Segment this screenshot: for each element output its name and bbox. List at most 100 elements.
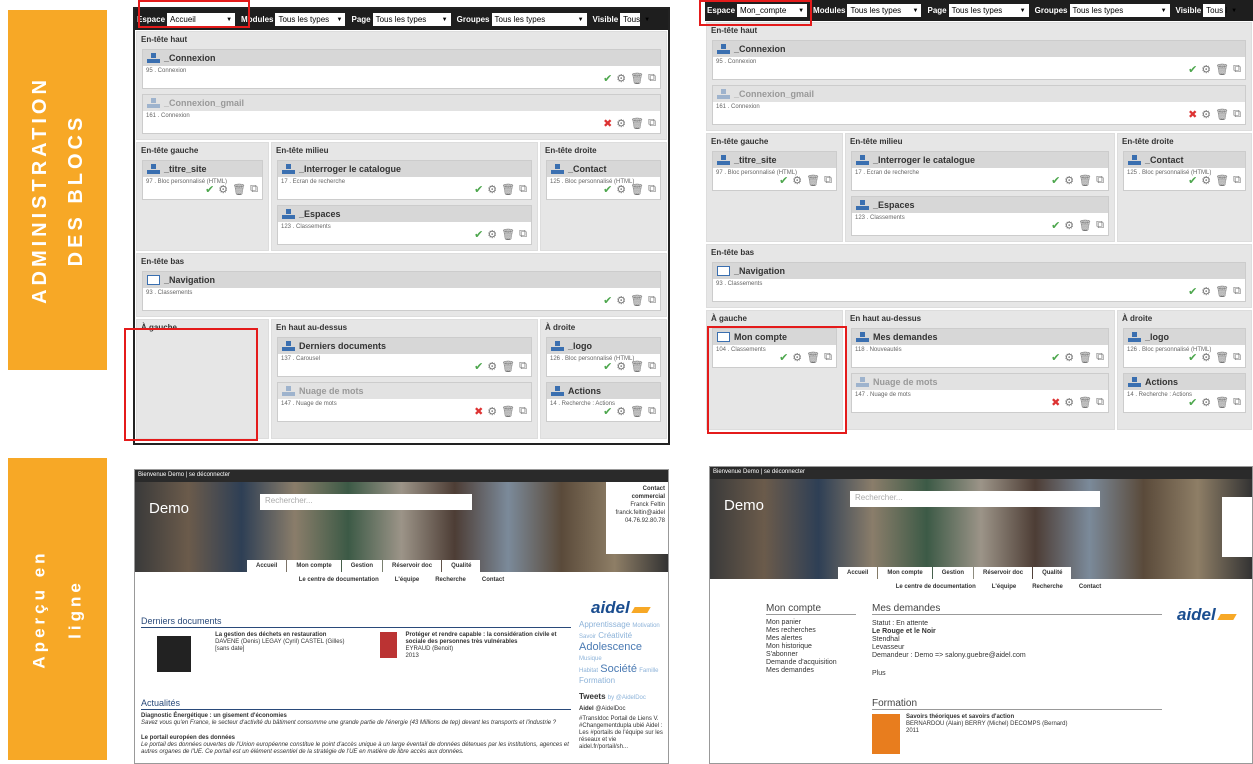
gear-icon[interactable]: ⚙ (616, 117, 626, 130)
trash-icon[interactable]: 🗑 (806, 174, 820, 187)
block-espaces[interactable]: _Espaces 123 . Classements ✔ ⚙ 🗑 ⧉ (277, 205, 532, 245)
groupes-select[interactable]: Tous les types (1069, 4, 1170, 17)
copy-icon[interactable]: ⧉ (1233, 351, 1241, 364)
copy-icon[interactable]: ⧉ (1233, 108, 1241, 121)
trash-icon[interactable]: 🗑 (501, 405, 515, 418)
block-logo[interactable]: _logo 126 . Bloc personnalisé (HTML) ✔ ⚙ 🗑 ⧉ (1123, 328, 1246, 368)
tweet-handle[interactable]: @AidelDoc (595, 706, 625, 712)
block-titre-site[interactable]: _titre_site 97 . Bloc personnalisé (HTML)… (142, 160, 263, 200)
block-connexion[interactable]: _Connexion 95 . Connexion ✔ ⚙ 🗑 ⧉ (142, 49, 661, 89)
search-input[interactable]: Rechercher... (260, 494, 472, 510)
trash-icon[interactable]: 🗑 (1215, 174, 1229, 187)
copy-icon[interactable]: ⧉ (519, 228, 527, 241)
check-icon[interactable]: ✔ (1188, 63, 1197, 76)
gear-icon[interactable]: ⚙ (1201, 108, 1211, 121)
trash-icon[interactable]: 🗑 (1215, 351, 1229, 364)
subnav-equipe[interactable]: L'équipe (992, 584, 1016, 590)
trash-icon[interactable]: 🗑 (1215, 396, 1229, 409)
trash-icon[interactable]: 🗑 (1078, 174, 1092, 187)
subnav-centre[interactable]: Le centre de documentation (896, 584, 976, 590)
tab-gestion[interactable]: Gestion (932, 567, 974, 579)
trash-icon[interactable]: 🗑 (1078, 396, 1092, 409)
menu-demandes[interactable]: Mes demandes (766, 667, 856, 675)
gear-icon[interactable]: ⚙ (1064, 219, 1074, 232)
copy-icon[interactable]: ⧉ (1096, 219, 1104, 232)
tweet-author[interactable]: Aidel (579, 706, 594, 712)
tab-mon-compte[interactable]: Mon compte (878, 567, 932, 579)
tab-reservoir[interactable]: Réservoir doc (974, 567, 1033, 579)
check-icon[interactable]: ✔ (603, 294, 612, 307)
gear-icon[interactable]: ⚙ (487, 183, 497, 196)
cross-icon[interactable]: ✖ (1051, 396, 1060, 409)
tab-gestion[interactable]: Gestion (341, 560, 383, 572)
block-espaces[interactable]: _Espaces 123 . Classements ✔ ⚙ 🗑 ⧉ (851, 196, 1109, 236)
search-input[interactable]: Rechercher... (850, 491, 1100, 507)
tag[interactable]: Apprentissage (579, 620, 630, 629)
modules-select[interactable]: Tous les types (275, 13, 346, 26)
plus-link[interactable]: Plus (872, 670, 1162, 678)
trash-icon[interactable]: 🗑 (1078, 351, 1092, 364)
check-icon[interactable]: ✔ (1051, 351, 1060, 364)
check-icon[interactable]: ✔ (1051, 219, 1060, 232)
request-title[interactable]: Le Rouge et le Noir (872, 628, 936, 635)
copy-icon[interactable]: ⧉ (1096, 396, 1104, 409)
gear-icon[interactable]: ⚙ (616, 405, 626, 418)
block-interroger[interactable]: _Interroger le catalogue 17 . Ecran de re… (851, 151, 1109, 191)
gear-icon[interactable]: ⚙ (1064, 351, 1074, 364)
gear-icon[interactable]: ⚙ (487, 228, 497, 241)
trash-icon[interactable]: 🗑 (630, 405, 644, 418)
doc-item[interactable]: La gestion des déchets en restauration DA… (215, 632, 366, 676)
check-icon[interactable]: ✔ (474, 228, 483, 241)
menu-alertes[interactable]: Mes alertes (766, 635, 856, 643)
trash-icon[interactable]: 🗑 (630, 117, 644, 130)
site-logo[interactable]: Demo (149, 500, 189, 517)
modules-select[interactable]: Tous les types (847, 4, 922, 17)
tab-reservoir[interactable]: Réservoir doc (383, 560, 442, 572)
gear-icon[interactable]: ⚙ (487, 405, 497, 418)
block-mes-demandes[interactable]: Mes demandes 118 . Nouveautés ✔ ⚙ 🗑 ⧉ (851, 328, 1109, 368)
menu-panier[interactable]: Mon panier (766, 619, 856, 627)
trash-icon[interactable]: 🗑 (1078, 219, 1092, 232)
menu-acquisition[interactable]: Demande d'acquisition (766, 659, 856, 667)
gear-icon[interactable]: ⚙ (1064, 396, 1074, 409)
block-connexion[interactable]: _Connexion 95 . Connexion ✔ ⚙ 🗑 ⧉ (712, 40, 1246, 80)
tab-accueil[interactable]: Accueil (247, 560, 287, 572)
subnav-equipe[interactable]: L'équipe (395, 577, 419, 583)
block-contact[interactable]: _Contact 125 . Bloc personnalisé (HTML) ✔ ⚙… (1123, 151, 1246, 191)
check-icon[interactable]: ✔ (1188, 351, 1197, 364)
gear-icon[interactable]: ⚙ (1201, 174, 1211, 187)
block-navigation[interactable]: _Navigation 93 . Classements ✔ ⚙ 🗑 ⧉ (142, 271, 661, 311)
copy-icon[interactable]: ⧉ (1233, 174, 1241, 187)
trash-icon[interactable]: 🗑 (630, 183, 644, 196)
trash-icon[interactable]: 🗑 (501, 183, 515, 196)
copy-icon[interactable]: ⧉ (1096, 174, 1104, 187)
page-select[interactable]: Tous les types (948, 4, 1029, 17)
subnav-centre[interactable]: Le centre de documentation (299, 577, 379, 583)
tag[interactable]: Musique (579, 656, 602, 662)
check-icon[interactable]: ✔ (603, 405, 612, 418)
tag[interactable]: Famille (639, 668, 658, 674)
copy-icon[interactable]: ⧉ (250, 183, 258, 196)
check-icon[interactable]: ✔ (474, 360, 483, 373)
trash-icon[interactable]: 🗑 (501, 228, 515, 241)
copy-icon[interactable]: ⧉ (648, 294, 656, 307)
check-icon[interactable]: ✔ (1188, 174, 1197, 187)
gear-icon[interactable]: ⚙ (1201, 396, 1211, 409)
news-title[interactable]: Le portail européen des données (141, 735, 235, 741)
copy-icon[interactable]: ⧉ (1233, 285, 1241, 298)
trash-icon[interactable]: 🗑 (630, 360, 644, 373)
check-icon[interactable]: ✔ (205, 183, 214, 196)
block-connexion-gmail[interactable]: _Connexion_gmail 161 . Connexion ✖ ⚙ 🗑 ⧉ (712, 85, 1246, 125)
doc-item[interactable]: Protéger et rendre capable : la considér… (405, 632, 571, 676)
copy-icon[interactable]: ⧉ (519, 405, 527, 418)
subnav-contact[interactable]: Contact (482, 577, 504, 583)
copy-icon[interactable]: ⧉ (1233, 396, 1241, 409)
block-derniers-documents[interactable]: Derniers documents 137 . Carousel ✔ ⚙ 🗑 ⧉ (277, 337, 532, 377)
copy-icon[interactable]: ⧉ (648, 360, 656, 373)
cross-icon[interactable]: ✖ (603, 117, 612, 130)
check-icon[interactable]: ✔ (603, 183, 612, 196)
trash-icon[interactable]: 🗑 (1215, 285, 1229, 298)
copy-icon[interactable]: ⧉ (1096, 351, 1104, 364)
block-contact[interactable]: _Contact 125 . Bloc personnalisé (HTML) ✔ ⚙… (546, 160, 661, 200)
check-icon[interactable]: ✔ (1188, 285, 1197, 298)
